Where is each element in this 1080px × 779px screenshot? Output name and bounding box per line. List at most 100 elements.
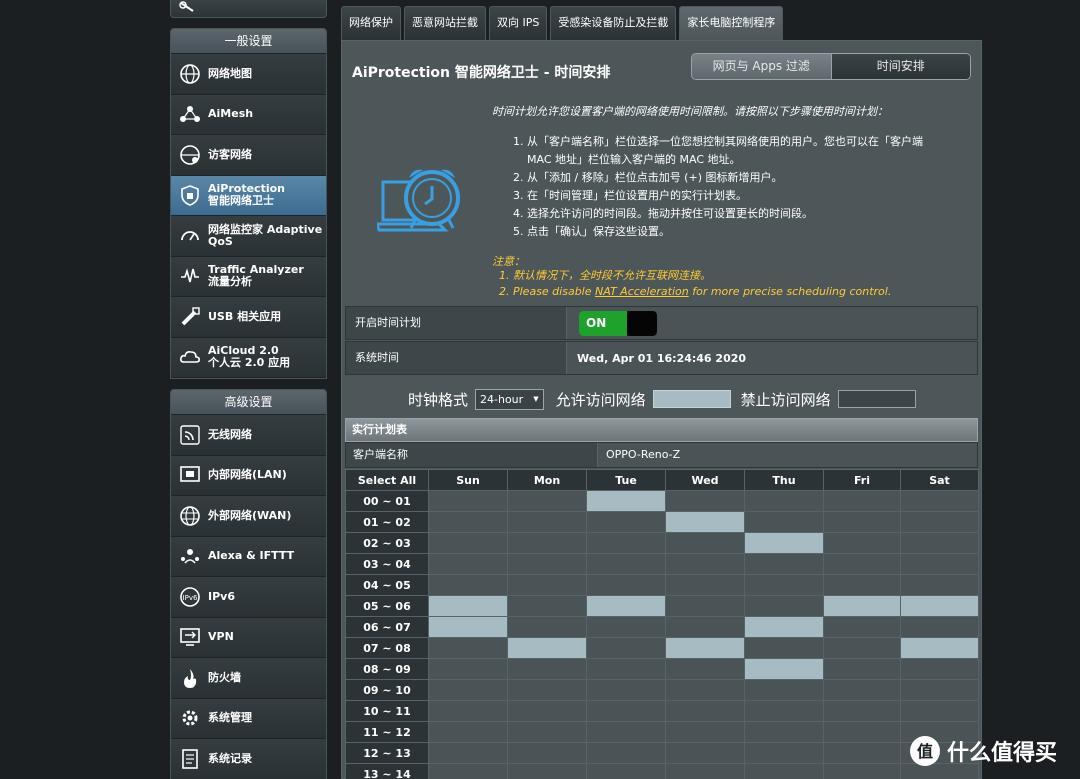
schedule-cell-denied[interactable] [665,574,745,596]
schedule-cell-denied[interactable] [900,532,979,554]
nat-acceleration-link[interactable]: NAT Acceleration [595,285,689,298]
hour-label[interactable]: 12 ~ 13 [345,742,429,764]
schedule-cell-denied[interactable] [428,763,508,779]
schedule-cell-denied[interactable] [507,511,587,533]
schedule-cell-denied[interactable] [744,721,824,743]
hour-label[interactable]: 07 ~ 08 [345,637,429,659]
clock-format-select[interactable]: 24-hour ▼ [475,388,544,410]
schedule-cell-denied[interactable] [507,679,587,701]
hour-label[interactable]: 13 ~ 14 [345,763,429,779]
schedule-cell-denied[interactable] [507,721,587,743]
schedule-cell-allowed[interactable] [823,595,901,617]
schedule-cell-denied[interactable] [586,637,666,659]
hour-label[interactable]: 02 ~ 03 [345,532,429,554]
schedule-cell-denied[interactable] [507,532,587,554]
schedule-cell-denied[interactable] [665,700,745,722]
schedule-cell-denied[interactable] [900,658,979,680]
schedule-cell-denied[interactable] [665,553,745,575]
schedule-cell-denied[interactable] [744,574,824,596]
schedule-cell-denied[interactable] [900,679,979,701]
hour-label[interactable]: 09 ~ 10 [345,679,429,701]
schedule-cell-denied[interactable] [823,532,901,554]
schedule-cell-denied[interactable] [586,553,666,575]
sidebar-item-advanced-6[interactable]: 防火墙 [171,658,326,699]
schedule-cell-denied[interactable] [823,616,901,638]
sidebar-item-advanced-2[interactable]: 外部网络(WAN) [171,496,326,537]
schedule-cell-denied[interactable] [665,595,745,617]
day-header[interactable]: Sat [900,469,979,491]
hour-label[interactable]: 03 ~ 04 [345,553,429,575]
tab-4[interactable]: 家长电脑控制程序 [679,6,784,40]
schedule-cell-denied[interactable] [428,742,508,764]
tab-2[interactable]: 双向 IPS [489,6,548,40]
schedule-cell-denied[interactable] [900,700,979,722]
sidebar-item-general-0[interactable]: 网络地图 [171,54,326,95]
sidebar-item-advanced-8[interactable]: 系统记录 [171,739,326,779]
schedule-cell-denied[interactable] [586,616,666,638]
day-header[interactable]: Thu [744,469,824,491]
sidebar-item-general-4[interactable]: 网络监控家 Adaptive QoS [171,216,326,257]
schedule-cell-denied[interactable] [744,553,824,575]
schedule-cell-denied[interactable] [900,553,979,575]
schedule-cell-denied[interactable] [428,700,508,722]
schedule-cell-denied[interactable] [507,700,587,722]
sidebar-item-general-2[interactable]: 访客网络 [171,135,326,176]
sidebar-item-general-7[interactable]: AiCloud 2.0 个人云 2.0 应用 [171,337,326,378]
schedule-cell-denied[interactable] [665,721,745,743]
sidebar-item-advanced-4[interactable]: IPv6 IPv6 [171,577,326,618]
schedule-cell-denied[interactable] [665,658,745,680]
schedule-cell-denied[interactable] [507,595,587,617]
schedule-cell-denied[interactable] [823,553,901,575]
schedule-cell-denied[interactable] [823,742,901,764]
day-header[interactable]: Tue [586,469,666,491]
hour-label[interactable]: 05 ~ 06 [345,595,429,617]
schedule-cell-denied[interactable] [744,742,824,764]
schedule-cell-denied[interactable] [744,490,824,512]
schedule-cell-denied[interactable] [586,532,666,554]
sidebar-item-general-6[interactable]: USB 相关应用 [171,297,326,338]
schedule-cell-denied[interactable] [507,742,587,764]
hour-label[interactable]: 00 ~ 01 [345,490,429,512]
day-header[interactable]: Sun [428,469,508,491]
schedule-cell-allowed[interactable] [744,616,824,638]
schedule-cell-denied[interactable] [744,763,824,779]
sidebar-item-general-3[interactable]: AiProtection 智能网络卫士 [171,175,326,216]
schedule-cell-denied[interactable] [665,742,745,764]
schedule-cell-denied[interactable] [586,742,666,764]
schedule-cell-allowed[interactable] [507,637,587,659]
web-apps-filter-button[interactable]: 网页与 Apps 过滤 [692,54,832,79]
hour-label[interactable]: 11 ~ 12 [345,721,429,743]
schedule-cell-allowed[interactable] [900,637,979,659]
schedule-cell-denied[interactable] [428,574,508,596]
schedule-cell-denied[interactable] [665,616,745,638]
schedule-cell-denied[interactable] [900,616,979,638]
sidebar-item-advanced-3[interactable]: Alexa & IFTTT [171,536,326,577]
schedule-cell-allowed[interactable] [428,616,508,638]
schedule-cell-denied[interactable] [507,574,587,596]
tab-1[interactable]: 恶意网站拦截 [404,6,486,40]
sidebar-item-general-5[interactable]: Traffic Analyzer 流量分析 [171,256,326,297]
schedule-cell-denied[interactable] [507,616,587,638]
sidebar-item-advanced-5[interactable]: VPN [171,617,326,658]
schedule-cell-denied[interactable] [823,658,901,680]
schedule-cell-denied[interactable] [665,679,745,701]
schedule-cell-allowed[interactable] [586,490,666,512]
schedule-cell-denied[interactable] [744,700,824,722]
schedule-cell-allowed[interactable] [428,595,508,617]
schedule-cell-denied[interactable] [428,553,508,575]
schedule-cell-denied[interactable] [507,553,587,575]
schedule-cell-denied[interactable] [586,721,666,743]
schedule-cell-denied[interactable] [823,763,901,779]
schedule-cell-denied[interactable] [428,490,508,512]
tab-0[interactable]: 网络保护 [341,6,401,40]
hour-label[interactable]: 06 ~ 07 [345,616,429,638]
schedule-cell-denied[interactable] [428,511,508,533]
schedule-cell-denied[interactable] [586,658,666,680]
schedule-cell-denied[interactable] [823,700,901,722]
hour-label[interactable]: 04 ~ 05 [345,574,429,596]
schedule-cell-denied[interactable] [665,490,745,512]
schedule-cell-denied[interactable] [586,574,666,596]
schedule-cell-allowed[interactable] [900,595,979,617]
schedule-cell-allowed[interactable] [665,511,745,533]
sidebar-top-item[interactable] [170,0,327,18]
